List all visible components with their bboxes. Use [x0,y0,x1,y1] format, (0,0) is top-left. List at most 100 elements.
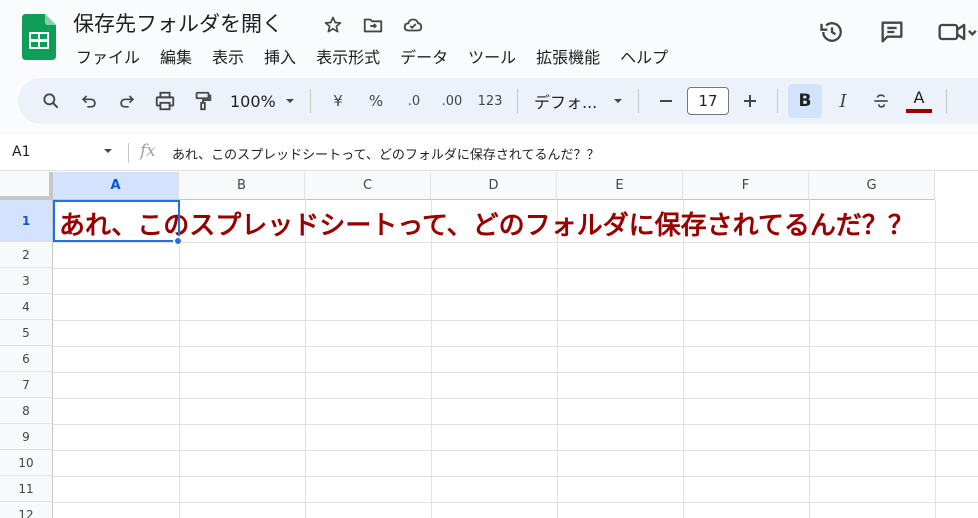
search-menus-icon[interactable] [34,84,68,118]
name-box[interactable]: A1 [12,144,30,160]
zoom-select[interactable]: 100% [224,84,300,118]
column-gridline [935,200,936,518]
increase-decimal-label: .00 [441,93,463,109]
document-title[interactable]: 保存先フォルダを開く [73,8,283,38]
row-header-4[interactable]: 4 [0,294,53,320]
increase-font-size-icon[interactable] [733,84,767,118]
version-history-icon[interactable] [814,14,850,50]
column-headers: A B C D E F G [53,172,935,200]
font-value: デフォ... [534,93,598,112]
formula-input[interactable]: あれ、このスプレッドシートって、どのフォルダに保存されてるんだ？？ [172,144,599,163]
menu-bar: ファイル 編集 表示 挿入 表示形式 データ ツール 拡張機能 ヘルプ [66,42,678,70]
row-gridline [53,476,978,477]
column-header-f[interactable]: F [683,172,809,200]
toolbar-divider [638,89,639,113]
cell-a1-text: あれ、このスプレッドシートって、どのフォルダに保存されてるんだ？？ [59,211,914,241]
toolbar: 100% ¥ % .0 .00 123 デフォ... 17 B I A [18,78,978,124]
redo-icon[interactable] [110,84,144,118]
column-gridline [809,200,810,518]
bold-button[interactable]: B [788,84,822,118]
header-actions [814,14,978,50]
percent-format-button[interactable]: % [359,84,393,118]
meet-camera-icon[interactable] [934,14,978,50]
text-color-swatch [906,108,932,113]
active-cell-a1[interactable] [53,200,180,242]
row-header-1[interactable]: 1 [0,200,53,242]
move-folder-icon[interactable] [360,12,386,38]
column-header-c[interactable]: C [305,172,431,200]
header: 保存先フォルダを開く ファイル 編集 表示 挿入 表示形式 データ ツール 拡張… [0,0,978,76]
sheets-app: 保存先フォルダを開く ファイル 編集 表示 挿入 表示形式 データ ツール 拡張… [0,0,978,518]
column-header-g[interactable]: G [809,172,935,200]
select-all-corner[interactable] [0,172,53,200]
column-gridline [179,200,180,518]
toolbar-divider [946,89,947,113]
paint-format-icon[interactable] [186,84,220,118]
row-header-3[interactable]: 3 [0,268,53,294]
row-header-6[interactable]: 6 [0,346,53,372]
row-gridline [53,502,978,503]
row-gridline [53,320,978,321]
currency-format-button[interactable]: ¥ [321,84,355,118]
bold-label: B [798,91,812,111]
row-gridline [53,398,978,399]
toolbar-divider [517,89,518,113]
font-select[interactable]: デフォ... [528,84,628,118]
chevron-down-icon[interactable] [102,145,114,157]
column-header-a[interactable]: A [53,172,179,200]
row-header-11[interactable]: 11 [0,476,53,502]
strikethrough-icon[interactable] [864,84,898,118]
increase-decimal-button[interactable]: .00 [435,84,469,118]
row-header-5[interactable]: 5 [0,320,53,346]
row-header-9[interactable]: 9 [0,424,53,450]
menu-format[interactable]: 表示形式 [306,42,390,70]
column-gridline [305,200,306,518]
cloud-saved-icon[interactable] [400,12,426,38]
menu-edit[interactable]: 編集 [150,42,202,70]
number-format-button[interactable]: 123 [473,84,507,118]
row-gridline [53,268,978,269]
comments-icon[interactable] [874,14,910,50]
chevron-down-icon [614,99,622,103]
decrease-decimal-label: .0 [407,93,421,109]
menu-view[interactable]: 表示 [202,42,254,70]
row-gridline [53,450,978,451]
font-size-input[interactable]: 17 [687,87,729,115]
row-header-12[interactable]: 12 [0,502,53,518]
row-gridline [53,242,978,243]
text-color-label: A [913,87,925,107]
row-headers: 1 2 3 4 5 6 7 8 9 10 11 12 [0,200,53,518]
menu-tools[interactable]: ツール [458,42,526,70]
menu-file[interactable]: ファイル [66,42,150,70]
print-icon[interactable] [148,84,182,118]
title-actions [320,12,426,38]
formula-bar: A1 fx あれ、このスプレッドシートって、どのフォルダに保存されてるんだ？？ [0,135,978,171]
row-gridline [53,346,978,347]
menu-extensions[interactable]: 拡張機能 [526,42,610,70]
row-header-7[interactable]: 7 [0,372,53,398]
decrease-font-size-icon[interactable] [649,84,683,118]
row-gridline [53,294,978,295]
menu-insert[interactable]: 挿入 [254,42,306,70]
italic-button[interactable]: I [826,84,860,118]
row-header-2[interactable]: 2 [0,242,53,268]
row-gridline [53,424,978,425]
menu-data[interactable]: データ [390,42,458,70]
column-gridline [431,200,432,518]
row-header-10[interactable]: 10 [0,450,53,476]
star-icon[interactable] [320,12,346,38]
column-header-e[interactable]: E [557,172,683,200]
spreadsheet-grid: A B C D E F G 1 2 3 4 5 6 7 8 9 10 11 12 [0,172,978,518]
row-header-8[interactable]: 8 [0,398,53,424]
toolbar-divider [777,89,778,113]
fill-handle[interactable] [173,236,183,246]
decrease-decimal-button[interactable]: .0 [397,84,431,118]
column-header-b[interactable]: B [179,172,305,200]
sheets-logo-icon[interactable] [22,14,56,60]
column-header-d[interactable]: D [431,172,557,200]
text-color-button[interactable]: A [902,84,936,118]
row-gridline [53,372,978,373]
undo-icon[interactable] [72,84,106,118]
column-gridline [557,200,558,518]
menu-help[interactable]: ヘルプ [610,42,678,70]
